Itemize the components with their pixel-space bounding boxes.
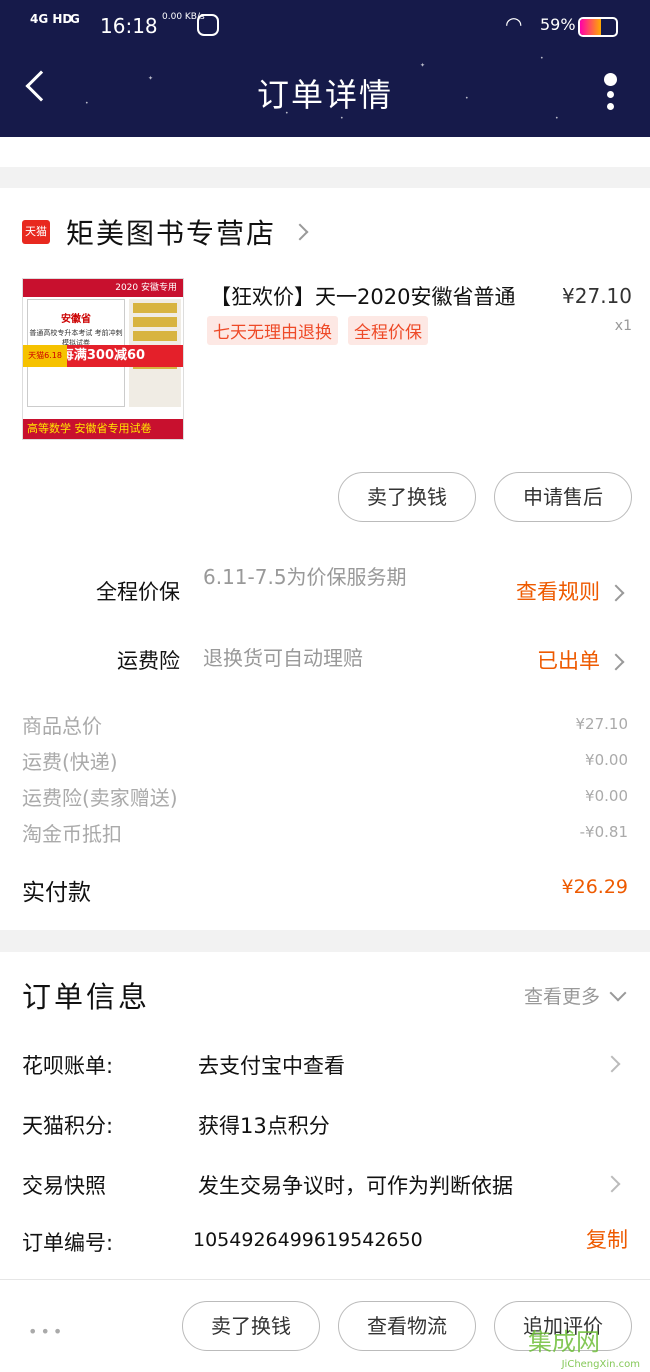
- chevron-right-icon: [607, 584, 625, 602]
- order-card: 天猫 矩美图书专营店 2020 安徽专用 安徽省 普通高校专升本考试 考前冲刺模…: [0, 188, 650, 930]
- fee-label-total: 商品总价: [22, 714, 102, 738]
- insurance-status-label: 已出单: [537, 649, 600, 673]
- view-rules-link[interactable]: 查看规则: [516, 576, 625, 606]
- watermark-text: 集成网: [528, 1328, 600, 1356]
- paid-label: 实付款: [22, 880, 91, 906]
- battery-icon: [578, 17, 618, 37]
- more-actions-icon[interactable]: •••: [28, 1322, 65, 1341]
- promo-badge: 天猫6.18: [23, 345, 67, 367]
- app-header: ✦ • ✦ • • • • • 4G HD G 16:18 0.00 KB/s …: [0, 0, 650, 137]
- fee-value-shipping: ¥0.00: [585, 751, 628, 769]
- watermark-logo: 集成网 JiChengXin.com: [528, 1322, 646, 1372]
- order-number-value: 1054926499619542650: [193, 1229, 423, 1251]
- points-value: 获得13点积分: [198, 1114, 330, 1138]
- view-rules-label: 查看规则: [516, 580, 600, 604]
- snapshot-label: 交易快照: [22, 1174, 106, 1198]
- fee-value-coins: -¥0.81: [579, 823, 628, 841]
- cover-title: 安徽省: [61, 314, 91, 325]
- huabei-value[interactable]: 去支付宝中查看: [198, 1050, 345, 1080]
- year-badge: 2020 安徽专用: [23, 279, 183, 297]
- more-menu-icon[interactable]: [600, 68, 620, 118]
- fee-value-insurance: ¥0.00: [585, 787, 628, 805]
- product-image[interactable]: 2020 安徽专用 安徽省 普通高校专升本考试 考前冲刺模拟试卷 每满300减6…: [22, 278, 184, 440]
- tag-price-protect: 全程价保: [348, 316, 428, 345]
- battery-percent: 59%: [540, 15, 576, 34]
- fee-label-insurance: 运费险(卖家赠送): [22, 786, 178, 810]
- paid-value: ¥26.29: [561, 876, 628, 898]
- order-info-title: 订单信息: [22, 980, 151, 1014]
- huabei-label: 花呗账单:: [22, 1054, 114, 1078]
- chevron-right-icon: [607, 653, 625, 671]
- order-number-label: 订单编号:: [22, 1231, 114, 1255]
- top-spacer: [0, 137, 650, 167]
- shop-header[interactable]: 天猫 矩美图书专营店: [22, 212, 309, 252]
- sell-button[interactable]: 卖了换钱: [338, 472, 476, 522]
- page-title: 订单详情: [256, 76, 393, 114]
- order-info-card: 订单信息 查看更多 花呗账单: 去支付宝中查看 天猫积分: 获得13点积分 交易…: [0, 952, 650, 1279]
- watermark-url: JiChengXin.com: [561, 1359, 640, 1370]
- bottom-action-bar: ••• 卖了换钱 查看物流 追加评价 集成网 JiChengXin.com: [0, 1279, 650, 1372]
- after-sale-button[interactable]: 申请售后: [494, 472, 632, 522]
- chevron-down-icon: [609, 984, 627, 1002]
- fee-label-coins: 淘金币抵扣: [22, 822, 122, 846]
- app-notification-icon: [197, 14, 219, 36]
- shop-name: 矩美图书专营店: [66, 217, 277, 250]
- sell-button-bottom[interactable]: 卖了换钱: [182, 1301, 320, 1351]
- fee-label-shipping: 运费(快递): [22, 750, 118, 774]
- chevron-right-icon[interactable]: [603, 1175, 621, 1193]
- product-quantity: x1: [614, 318, 632, 334]
- fee-value-total: ¥27.10: [575, 715, 629, 733]
- image-footer: 高等数学 安徽省专用试卷: [23, 419, 183, 439]
- insurance-status-link[interactable]: 已出单: [537, 645, 625, 675]
- status-bar: 4G HD G 16:18 0.00 KB/s ◠ 59%: [0, 10, 650, 40]
- copy-button[interactable]: 复制: [586, 1224, 628, 1254]
- product-tags: 七天无理由退换 全程价保: [207, 316, 438, 345]
- view-logistics-button[interactable]: 查看物流: [338, 1301, 476, 1351]
- service-desc-price-protect: 6.11-7.5为价保服务期: [203, 565, 407, 589]
- tmall-icon: 天猫: [22, 220, 50, 244]
- clock: 16:18: [100, 14, 158, 38]
- view-more-label: 查看更多: [523, 986, 600, 1008]
- service-label-price-protect: 全程价保: [96, 580, 180, 604]
- tag-return: 七天无理由退换: [207, 316, 338, 345]
- chevron-right-icon[interactable]: [603, 1055, 621, 1073]
- product-title[interactable]: 【狂欢价】天一2020安徽省普通: [210, 281, 550, 311]
- chevron-right-icon: [291, 223, 309, 241]
- wifi-icon: ◠: [505, 12, 523, 36]
- service-label-shipping-insurance: 运费险: [117, 649, 180, 673]
- network-indicator: 4G HD: [30, 12, 73, 26]
- view-more-toggle[interactable]: 查看更多: [523, 982, 627, 1009]
- service-desc-shipping-insurance: 退换货可自动理赔: [203, 646, 363, 670]
- product-price: ¥27.10: [562, 284, 632, 308]
- snapshot-value[interactable]: 发生交易争议时，可作为判断依据: [198, 1170, 513, 1200]
- points-label: 天猫积分:: [22, 1114, 114, 1138]
- network-indicator-2: G: [70, 12, 80, 26]
